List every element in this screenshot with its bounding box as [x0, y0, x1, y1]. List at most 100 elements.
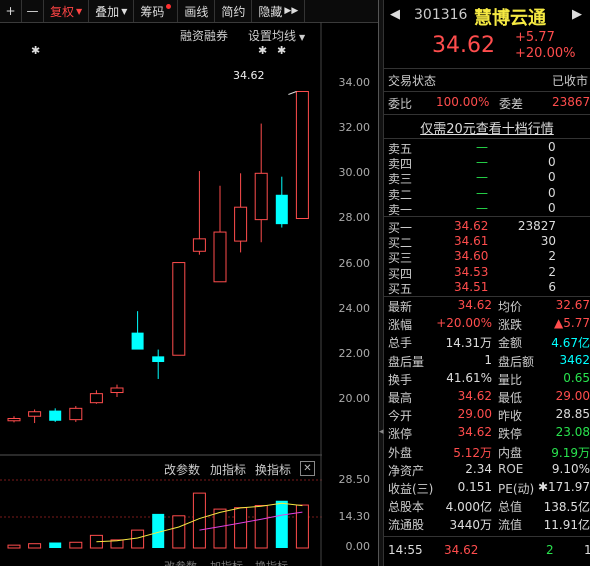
- stat-row: 涨停 34.62 跌停 23.08: [384, 425, 590, 443]
- stat-value: 29.00: [555, 389, 590, 403]
- stat-label: 盘后额: [498, 354, 535, 369]
- stat-row: 总手 14.31万 金额 4.67亿: [384, 334, 590, 352]
- trade-status-label: 交易状态: [388, 74, 437, 88]
- level10-promo-link[interactable]: 仅需20元查看十档行情: [384, 118, 590, 137]
- prev-stock-icon[interactable]: ◀: [390, 7, 400, 22]
- volume-bar: [69, 541, 83, 549]
- candle-body: [213, 231, 227, 283]
- close-icon[interactable]: ✕: [300, 461, 315, 476]
- stat-value: 2.34: [465, 461, 492, 476]
- simple-mode-button[interactable]: 简约: [215, 0, 253, 22]
- bid-volume: 23827: [517, 219, 556, 233]
- tick-price: 34.62: [444, 543, 479, 557]
- stat-value: 9.19万: [551, 445, 590, 460]
- draw-line-button[interactable]: 画线: [178, 0, 216, 22]
- candle-body: [49, 410, 62, 421]
- adjust-rights-button[interactable]: 复权 ▼: [44, 0, 90, 22]
- set-ma-label: 设置均线: [248, 29, 297, 43]
- set-ma-button[interactable]: 设置均线 ▼: [248, 27, 305, 44]
- candle-body: [28, 411, 42, 417]
- chip-button[interactable]: 筹码: [134, 0, 179, 22]
- stat-value: 41.61%: [446, 370, 492, 385]
- order-ratio-label: 委比: [388, 97, 413, 111]
- ask-volume: 0: [548, 140, 556, 154]
- stat-value: 4.000亿: [445, 500, 492, 515]
- volume-tick: 0.00: [345, 540, 371, 553]
- bid-price: 34.62: [454, 219, 489, 233]
- adjust-rights-label: 复权: [50, 4, 75, 19]
- price-tick: 20.00: [338, 392, 371, 405]
- next-stock-icon[interactable]: ▶: [572, 7, 582, 22]
- chart-toolbar: + — 复权 ▼ 叠加 ▼ 筹码 画线 简约 隐藏 ▶▶: [0, 0, 380, 23]
- stat-row: 流通股 3440万 流值 11.91亿: [384, 516, 590, 534]
- stat-row: 收益(三) 0.151 PE(动) ✱171.97: [384, 480, 590, 498]
- ask-price: —: [476, 155, 488, 170]
- margin-trading-button[interactable]: 融资融券: [180, 27, 228, 44]
- stat-label: 总股本: [388, 500, 425, 515]
- price-tick: 26.00: [338, 257, 371, 270]
- order-diff-label: 委差: [499, 97, 524, 111]
- stat-value: ▲5.77: [554, 316, 590, 331]
- stat-label: 最新: [388, 300, 413, 314]
- edit-params-button[interactable]: 改参数: [164, 461, 200, 478]
- stat-label: 换手: [388, 372, 413, 387]
- candle-body: [69, 407, 83, 421]
- kline-chart[interactable]: [0, 22, 322, 566]
- price-tick: 24.00: [338, 302, 371, 315]
- ask-price: —: [476, 200, 488, 215]
- stat-row: 换手 41.61% 量比 0.65: [384, 371, 590, 389]
- order-ratio-row: 委比 100.00% 委差 23867: [384, 95, 590, 113]
- overlay-button[interactable]: 叠加 ▼: [89, 0, 135, 22]
- stat-label: 金额: [498, 336, 523, 351]
- candle-body: [7, 418, 21, 422]
- stat-label: 涨幅: [388, 318, 413, 333]
- drag-handle-icon[interactable]: ◂: [379, 425, 384, 439]
- stat-label: 总值: [498, 500, 523, 515]
- chip-label: 筹码: [140, 4, 165, 19]
- stat-value: 3440万: [449, 518, 492, 533]
- stat-row: 盘后量 1 盘后额 3462: [384, 353, 590, 371]
- hide-button[interactable]: 隐藏 ▶▶: [252, 0, 306, 22]
- zoom-in-button[interactable]: +: [0, 0, 22, 22]
- bottom-add-indicator[interactable]: 加指标: [210, 558, 243, 566]
- stat-row: 今开 29.00 昨收 28.85: [384, 407, 590, 425]
- stat-value: 14.31万: [445, 336, 492, 351]
- caret-down-icon: ▼: [299, 33, 306, 42]
- stat-value: +20.00%: [436, 316, 492, 331]
- bottom-change-indicator[interactable]: 换指标: [255, 558, 288, 566]
- stock-code: 301316: [414, 7, 468, 23]
- hide-label: 隐藏: [258, 4, 283, 19]
- candle-body: [152, 356, 165, 363]
- event-star-icon[interactable]: ✱: [258, 44, 267, 57]
- candle-body: [131, 332, 144, 350]
- bid-price: 34.51: [454, 279, 489, 294]
- event-star-icon[interactable]: ✱: [277, 44, 286, 57]
- stat-label: 净资产: [388, 463, 425, 478]
- candle-body: [254, 172, 268, 221]
- ask-price: —: [476, 185, 488, 200]
- event-star-icon[interactable]: ✱: [31, 44, 40, 57]
- bottom-edit-params[interactable]: 改参数: [164, 558, 197, 566]
- change-indicator-button[interactable]: 换指标: [255, 461, 291, 478]
- stat-label: 今开: [388, 409, 413, 424]
- caret-down-icon: ▼: [76, 6, 83, 16]
- volume-tick: 14.30: [338, 510, 371, 523]
- tick-extra: 1: [584, 543, 590, 557]
- price-tick: 28.00: [338, 211, 371, 224]
- stat-label: 内盘: [498, 445, 523, 460]
- price-change-pct: +20.00%: [515, 46, 576, 61]
- stat-label: 流值: [498, 518, 523, 533]
- bid-volume: 2: [548, 264, 556, 279]
- volume-bar: [275, 500, 288, 548]
- volume-bar: [7, 544, 21, 549]
- zoom-out-button[interactable]: —: [22, 0, 44, 22]
- add-indicator-button[interactable]: 加指标: [210, 461, 246, 478]
- stat-value: 9.10%: [551, 461, 590, 476]
- tick-row: 14:55 34.62 2 1: [384, 543, 590, 561]
- price-tick: 30.00: [338, 166, 371, 179]
- stat-value: 4.67亿: [551, 336, 590, 351]
- candle-body: [295, 90, 309, 219]
- stat-row: 涨幅 +20.00% 涨跌 ▲5.77: [384, 316, 590, 334]
- volume-bar: [28, 543, 42, 549]
- ask-price: —: [476, 170, 488, 185]
